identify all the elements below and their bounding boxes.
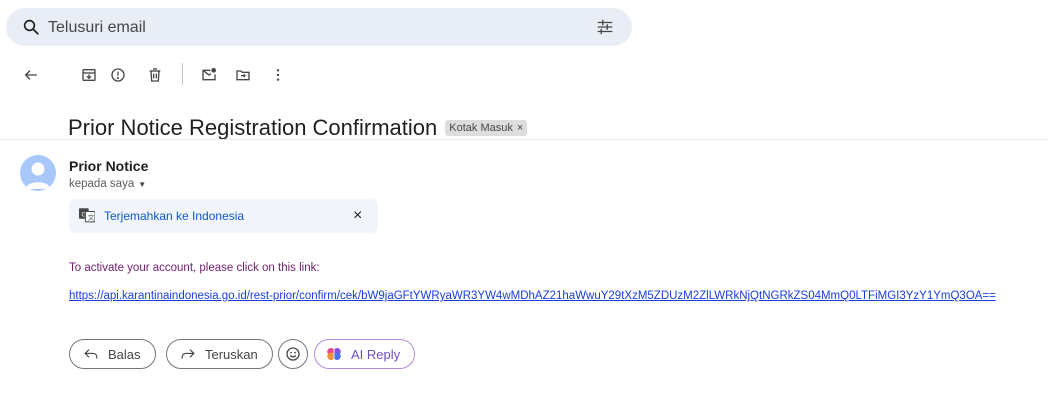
search-bar[interactable]: [6, 8, 632, 46]
reply-label: Balas: [108, 346, 141, 362]
remove-label-icon[interactable]: ×: [517, 122, 523, 134]
close-icon[interactable]: ×: [353, 207, 362, 225]
translate-icon: G 文: [79, 208, 95, 223]
delete-icon[interactable]: [145, 65, 165, 85]
inbox-label-chip[interactable]: Kotak Masuk ×: [445, 120, 528, 136]
more-vert-icon[interactable]: [268, 65, 288, 85]
mark-unread-icon[interactable]: [199, 65, 219, 85]
move-to-icon[interactable]: [233, 65, 253, 85]
subject-text: Prior Notice Registration Confirmation: [68, 115, 438, 140]
reply-icon: [84, 348, 98, 360]
reply-button[interactable]: Balas: [69, 339, 156, 369]
forward-icon: [181, 348, 195, 360]
label-text: Kotak Masuk: [449, 122, 513, 134]
svg-text:文: 文: [88, 213, 95, 222]
email-body-text: To activate your account, please click o…: [69, 262, 320, 274]
translate-banner: G 文 Terjemahkan ke Indonesia ×: [69, 199, 378, 233]
search-icon[interactable]: [22, 18, 40, 36]
back-arrow-icon[interactable]: [21, 65, 41, 85]
search-input[interactable]: [46, 16, 550, 40]
translate-link[interactable]: Terjemahkan ke Indonesia: [104, 209, 244, 223]
recipient-text: kepada saya: [69, 178, 135, 190]
archive-icon[interactable]: [79, 65, 99, 85]
forward-label: Teruskan: [205, 346, 258, 362]
dropdown-caret-icon[interactable]: ▼: [138, 180, 146, 189]
brain-icon: [327, 348, 341, 360]
ai-reply-button[interactable]: AI Reply: [314, 339, 416, 369]
activation-link[interactable]: https://api.karantinaindonesia.go.id/res…: [69, 290, 996, 302]
tune-icon[interactable]: [596, 18, 614, 36]
email-subject: Prior Notice Registration Confirmation K…: [68, 115, 528, 141]
sender-name[interactable]: Prior Notice: [69, 158, 148, 174]
subject-divider: [0, 139, 1048, 140]
report-spam-icon[interactable]: [108, 65, 128, 85]
avatar[interactable]: [20, 155, 56, 191]
ai-reply-label: AI Reply: [351, 346, 401, 362]
recipient-details[interactable]: kepada saya ▼: [69, 178, 146, 190]
toolbar-divider: [182, 63, 183, 85]
emoji-reaction-button[interactable]: [278, 339, 308, 369]
forward-button[interactable]: Teruskan: [166, 339, 273, 369]
person-icon: [26, 162, 50, 189]
emoji-icon: [286, 347, 300, 361]
